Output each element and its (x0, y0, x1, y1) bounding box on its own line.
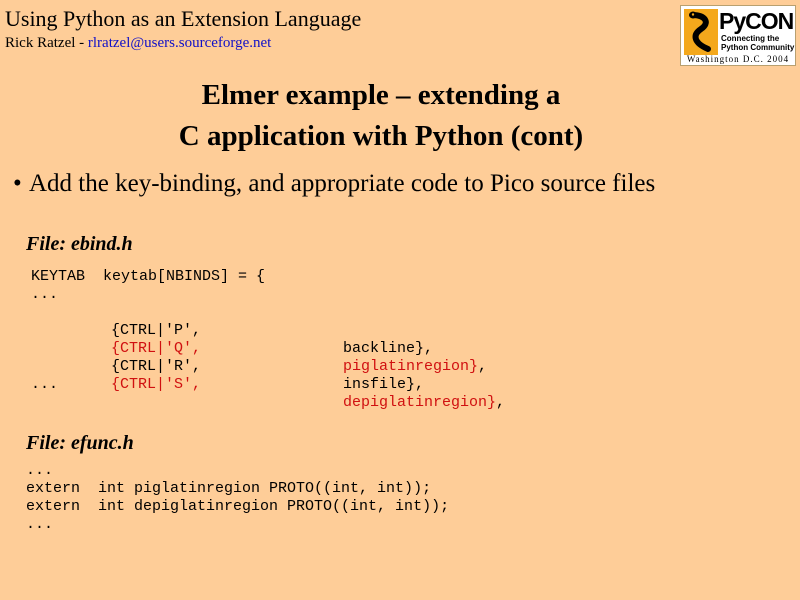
code-line: {CTRL|'Q', piglatinregion}, (31, 322, 731, 375)
author-name: Rick Ratzel - (5, 35, 88, 51)
code-line: extern int depiglatinregion PROTO((int, … (26, 498, 450, 515)
code-line: ... (31, 286, 59, 303)
logo-location: Washington D.C. 2004 (686, 54, 790, 64)
bullet-item: • Add the key-binding, and appropriate co… (13, 169, 655, 199)
bound-function-group: depiglatinregion}, (343, 394, 506, 411)
author-email-link[interactable]: rlratzel@users.sourceforge.net (88, 35, 271, 51)
header-title: Using Python as an Extension Language (5, 6, 362, 31)
file-label-efunc: File: efunc.h (26, 432, 134, 454)
code-line: KEYTAB keytab[NBINDS] = { (31, 268, 266, 285)
code-line: ... (26, 462, 54, 479)
bullet-icon: • (13, 170, 22, 197)
python-snake-icon (684, 9, 718, 55)
code-line: ... (26, 516, 54, 533)
code-line: {CTRL|'S', depiglatinregion}, (31, 358, 731, 411)
bullet-text: Add the key-binding, and appropriate cod… (29, 170, 656, 197)
file-label-ebind: File: ebind.h (26, 233, 133, 255)
slide-title: Elmer example – extending a C applicatio… (0, 75, 762, 157)
slide-title-line-2: C application with Python (cont) (178, 120, 584, 152)
code-block-efunc: ... extern int piglatinregion PROTO((int… (26, 462, 626, 534)
bound-function: depiglatinregion} (343, 394, 497, 411)
code-line: ... (31, 376, 59, 393)
code-line: {CTRL|'R', insfile}, (31, 340, 731, 393)
logo-name: PyCON (719, 8, 794, 34)
logo-tagline: Connecting the Python Community (721, 34, 795, 52)
code-line: {CTRL|'P', backline}, (31, 304, 731, 357)
header-author: Rick Ratzel - rlratzel@users.sourceforge… (5, 34, 271, 52)
code-block-ebind: KEYTAB keytab[NBINDS] = { ... {CTRL|'P',… (31, 268, 631, 411)
slide-title-line-1: Elmer example – extending a (201, 79, 561, 111)
code-line: extern int piglatinregion PROTO((int, in… (26, 480, 432, 497)
pycon-logo: PyCON Connecting the Python Community Wa… (680, 5, 796, 66)
